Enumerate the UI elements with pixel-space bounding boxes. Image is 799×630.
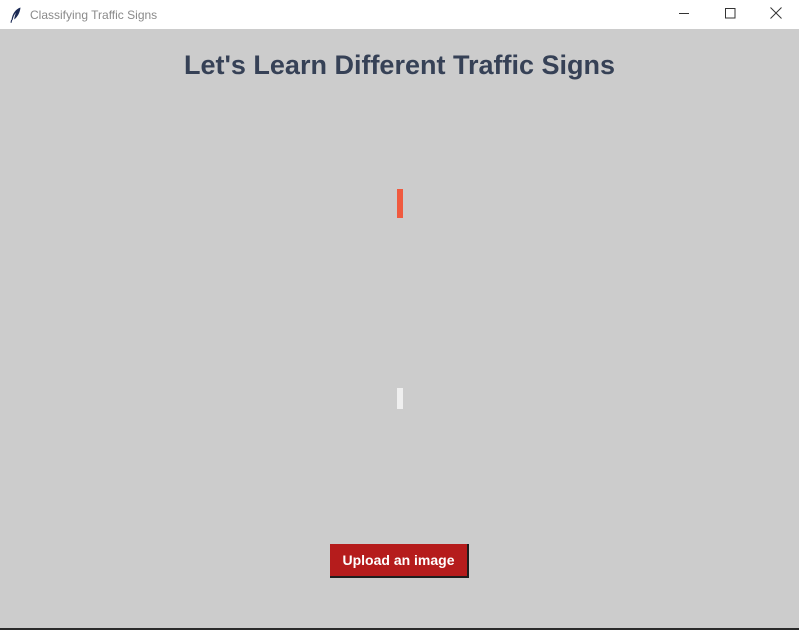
minimize-button[interactable] [661, 0, 707, 29]
app-window: Classifying Traffic Signs Let's Learn Di… [0, 0, 799, 630]
feather-icon [9, 7, 23, 23]
window-controls [661, 0, 799, 29]
maximize-icon [724, 6, 736, 24]
close-icon [770, 6, 782, 24]
sign-image-placeholder [397, 189, 403, 218]
window-title: Classifying Traffic Signs [30, 7, 158, 22]
upload-image-button[interactable]: Upload an image [330, 544, 469, 578]
page-heading: Let's Learn Different Traffic Signs [183, 50, 615, 80]
close-button[interactable] [753, 0, 799, 29]
classification-result-label [397, 388, 403, 409]
maximize-button[interactable] [707, 0, 753, 29]
title-bar[interactable]: Classifying Traffic Signs [0, 0, 799, 29]
minimize-icon [678, 6, 690, 24]
